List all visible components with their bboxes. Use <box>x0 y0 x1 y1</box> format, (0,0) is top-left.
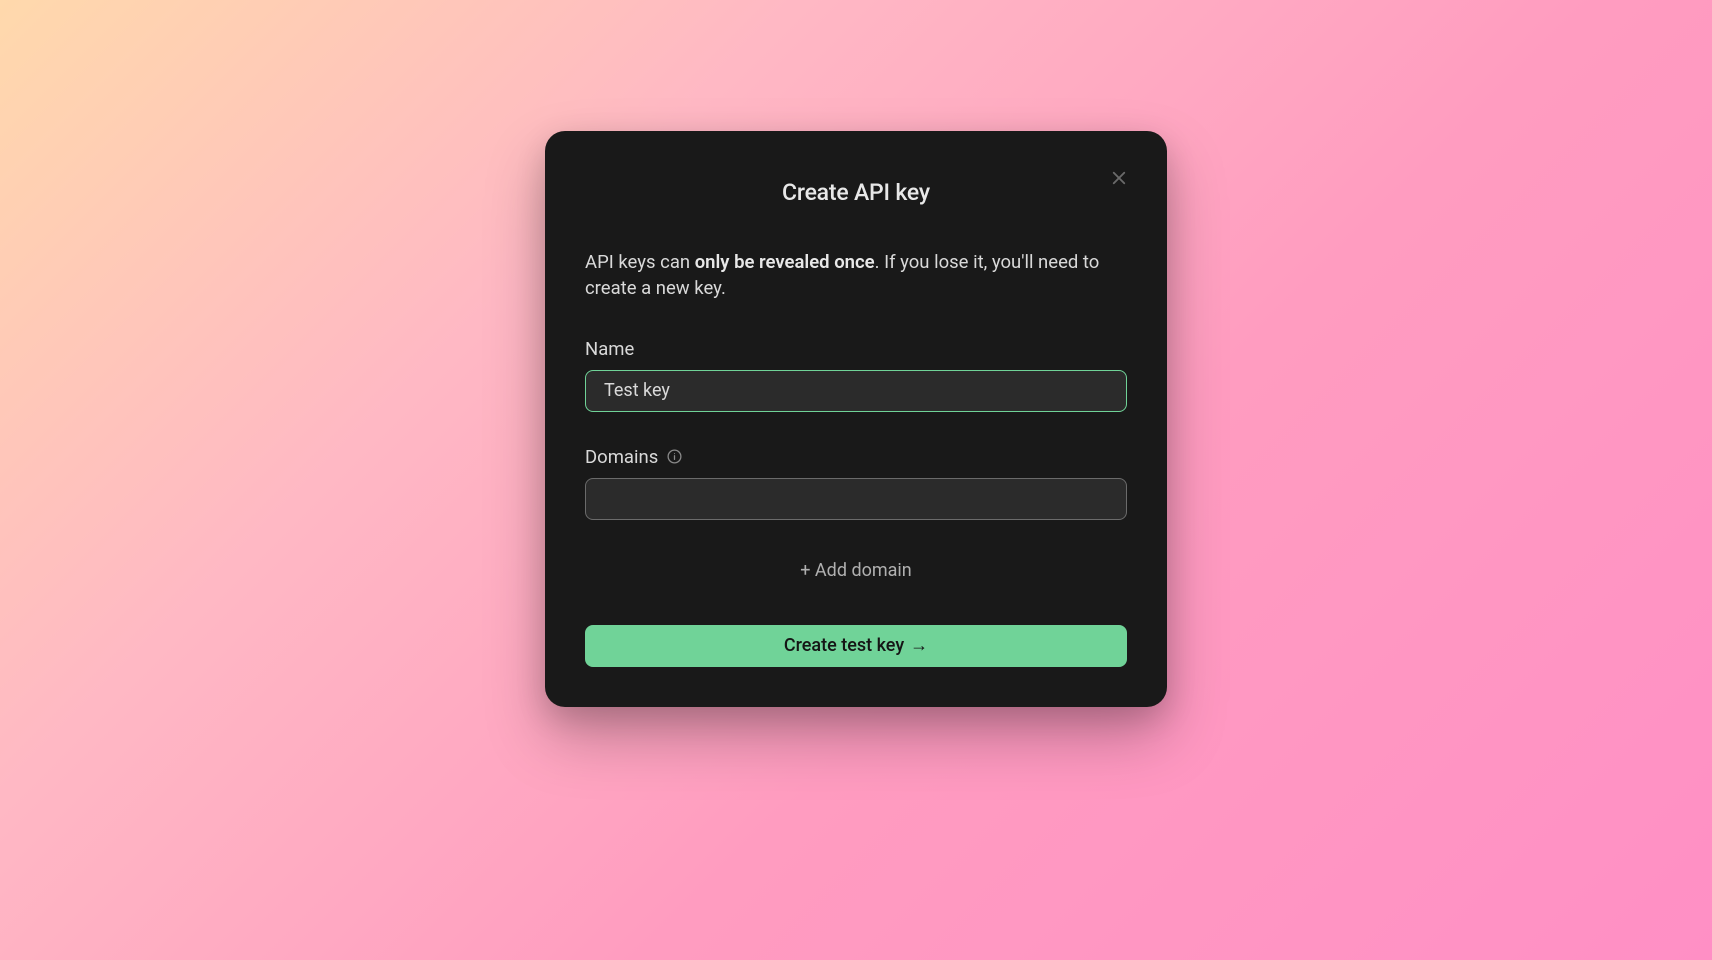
warning-text: API keys can only be revealed once. If y… <box>585 250 1127 302</box>
info-icon[interactable] <box>666 448 683 465</box>
close-icon <box>1110 169 1128 190</box>
create-key-button[interactable]: Create test key → <box>585 625 1127 667</box>
add-domain-button[interactable]: + Add domain <box>585 560 1127 581</box>
name-field-group: Name <box>585 338 1127 412</box>
close-button[interactable] <box>1107 167 1131 191</box>
modal-title: Create API key <box>585 179 1127 206</box>
domains-field-group: Domains <box>585 446 1127 520</box>
domain-input[interactable] <box>585 478 1127 520</box>
name-label: Name <box>585 338 1127 360</box>
name-input[interactable] <box>585 370 1127 412</box>
domains-label: Domains <box>585 446 1127 468</box>
create-api-key-modal: Create API key API keys can only be reve… <box>545 131 1167 707</box>
arrow-right-icon: → <box>910 635 928 656</box>
